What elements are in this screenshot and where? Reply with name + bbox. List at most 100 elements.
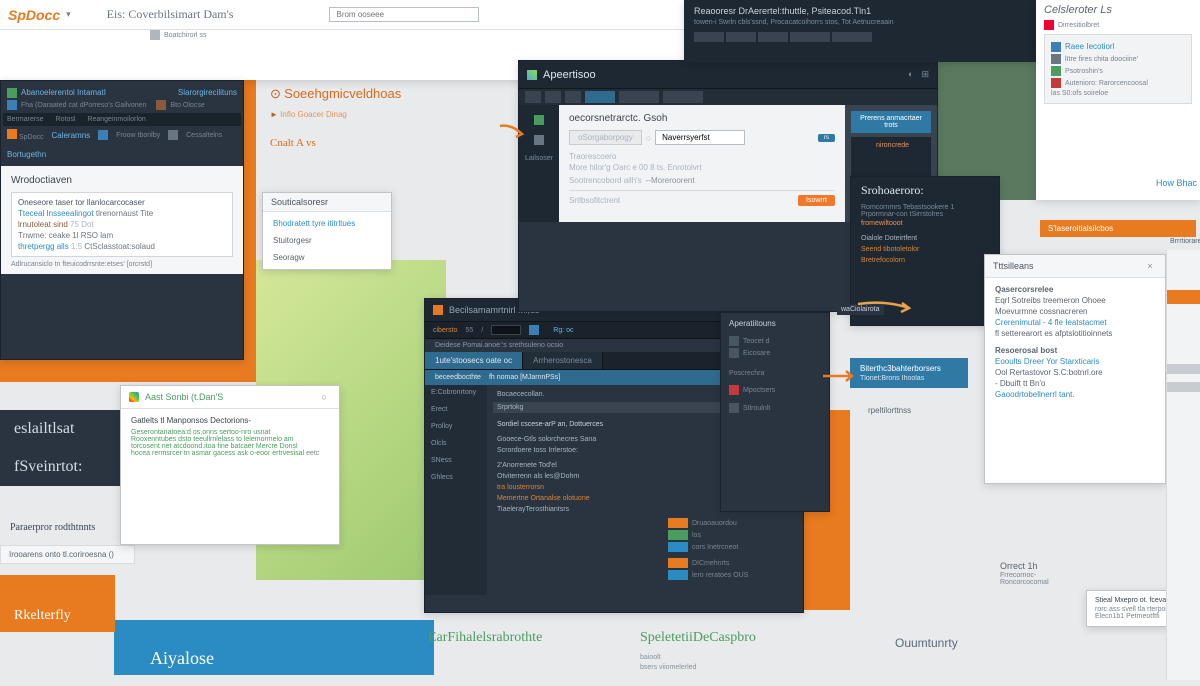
item-icon xyxy=(1051,78,1061,88)
tab-stub-active[interactable] xyxy=(585,91,615,103)
toolbar-btn[interactable] xyxy=(832,32,872,42)
list-item: More hilor'g Oarc e 00 8 ts. Enrotolvrt xyxy=(569,162,835,173)
toolbar-item[interactable]: cibersto xyxy=(433,327,458,334)
list-item: fl setterearort es afptslotitioinnets xyxy=(995,328,1155,339)
footer-text: Adlrucansiclo tn fteuicodrrsnte:etses' [… xyxy=(11,261,233,268)
label-white: Aiyalose xyxy=(150,648,214,669)
gutter-mark xyxy=(1167,382,1200,392)
list-item: Geserontanatoea:d os,onns sertoo-nro usn… xyxy=(131,429,329,436)
action-button[interactable]: Isowrrt xyxy=(798,195,835,206)
info-dialog: Aast Sonbi (t.Dan'S ○ Gatlelts tl Manpons… xyxy=(120,385,340,545)
window-title: Tttsilleans xyxy=(993,261,1034,271)
item-icon xyxy=(729,336,739,346)
side-item[interactable]: Prolloy xyxy=(431,423,481,430)
list-heading: Qasercorsrelee xyxy=(995,284,1155,295)
gutter-mark xyxy=(1167,290,1200,304)
nav-text: Fha (Oaraated cat dPorreso's Gailvonen xyxy=(21,102,146,109)
sidebar-icon[interactable] xyxy=(534,115,544,125)
tab-stub[interactable] xyxy=(565,91,581,103)
sidebar-icon[interactable] xyxy=(534,135,544,145)
blue-cta-button[interactable]: Biterthc3bahterborsers Tlonet:Brons Ihoo… xyxy=(850,358,968,388)
right-side-panel: Aperatiitouns Teocet d Eicosare Poscrech… xyxy=(720,312,830,512)
swatch xyxy=(668,518,688,528)
filter-input[interactable] xyxy=(655,130,745,145)
editor-tab[interactable]: 1ute'stoosecs oate oc xyxy=(425,352,523,369)
label-small-2: Irooarens onto tl.coriroesna () xyxy=(0,545,135,564)
tab-item[interactable]: Reangeinmoilorlon xyxy=(87,116,145,123)
list-link[interactable]: Gaoodrtobellnerrl tant. xyxy=(995,389,1155,400)
tab-item[interactable]: Bermarerse xyxy=(7,116,44,123)
nav-link-2[interactable]: Slarorgirecilituns xyxy=(178,87,237,98)
side-item[interactable]: Ghlecs xyxy=(431,474,481,481)
editor-tab[interactable]: Arrherostonesca xyxy=(523,352,603,369)
nav-link-1[interactable]: Abanoelerentol IntamatI xyxy=(21,87,106,98)
list-link[interactable]: Crerenimutal - 4 fle Ieatstacmet xyxy=(995,317,1155,328)
home-icon xyxy=(150,30,160,40)
legend-rows: Druaoauordou los cors Inetrcneot DICmehn… xyxy=(668,516,818,582)
bottom-label-3: Ouumtunrty xyxy=(895,636,958,650)
list-link[interactable]: Eooults Dreer Yor Starxticaris xyxy=(995,356,1155,367)
item-icon xyxy=(729,348,739,358)
settings-icon[interactable]: ◐ xyxy=(908,69,913,80)
search-input[interactable] xyxy=(329,7,479,22)
panel-title: Soeehgmicveldhoas xyxy=(284,86,401,101)
list-item: - Dbuift tt Bn'o xyxy=(995,378,1155,389)
tab-item[interactable]: Rotosl xyxy=(56,116,76,123)
side-item[interactable]: E:Cobronrtony xyxy=(431,389,481,396)
swatch xyxy=(668,558,688,568)
bottom-sub2: bsers viiomelerled xyxy=(640,664,696,671)
list-item[interactable]: Poscrechra xyxy=(729,370,764,377)
gutter-mark xyxy=(1167,364,1200,374)
app-icon xyxy=(527,70,537,80)
list-item: torcosent net atcdoond.itoa fine batcaer… xyxy=(131,443,329,450)
side-item[interactable]: Erect xyxy=(431,406,481,413)
list-item[interactable]: Bretrefocolorn xyxy=(861,257,989,264)
list-item: Oneseore taser tor llanlocarcocaser xyxy=(18,197,226,208)
list-link[interactable]: Bhodratett tyre ititrltues xyxy=(273,218,381,229)
dialog-heading: Gatlelts tl Manponsos Dectorions- xyxy=(131,415,329,426)
link[interactable]: How Bhac xyxy=(1156,178,1197,188)
mid-list-panel: Souticalsoresr Bhodratett tyre ititrltue… xyxy=(262,192,392,270)
list-item: Seoragw xyxy=(273,252,381,263)
list-item[interactable]: Oialole Doteirtfent xyxy=(861,235,989,242)
tab-stub[interactable] xyxy=(525,91,541,103)
list-item[interactable]: Seend tibotoletolor xyxy=(861,246,989,253)
window-title: Eis: Coverbilsimart Dam's xyxy=(107,7,234,22)
list-item[interactable]: Stlroulnlt xyxy=(743,405,770,412)
tab-stub[interactable] xyxy=(663,91,703,103)
list-item[interactable]: Eicosare xyxy=(743,350,770,357)
tool-icon[interactable] xyxy=(529,325,539,335)
block-icon xyxy=(168,130,178,140)
list-item: Traorescoero xyxy=(569,151,835,162)
left-nav-panel: Abanoelerentol IntamatI Slarorgirecilitun… xyxy=(0,80,244,360)
tab-stub[interactable] xyxy=(545,91,561,103)
tab-stub[interactable] xyxy=(619,91,659,103)
toolbar-field[interactable] xyxy=(491,325,521,335)
list-link[interactable]: Raee Iecotiorl xyxy=(1065,41,1114,52)
toolbar-btn[interactable] xyxy=(758,32,788,42)
list-item: Moevurmne cossnacreren xyxy=(995,306,1155,317)
app-icon xyxy=(7,129,17,139)
arrow-icon xyxy=(498,122,526,142)
grid-icon[interactable]: ⊞ xyxy=(921,69,929,80)
item-icon xyxy=(729,403,739,413)
arrow-icon xyxy=(855,298,915,316)
list-item[interactable]: Mpoctsers xyxy=(743,387,775,394)
breadcrumb[interactable]: Boatchirorl ss xyxy=(150,30,206,40)
toolbar-btn[interactable] xyxy=(790,32,830,42)
close-button[interactable]: ○ xyxy=(317,390,331,404)
swatch xyxy=(668,570,688,580)
swatch xyxy=(668,542,688,552)
close-button[interactable]: × xyxy=(1143,259,1157,273)
list-item[interactable]: Teocet d xyxy=(743,338,769,345)
toolbar-link[interactable]: Rg: oc xyxy=(553,327,573,334)
toolbar-btn[interactable] xyxy=(726,32,756,42)
tag-button[interactable]: oSorgaborpogy xyxy=(569,130,642,145)
count-badge: rs xyxy=(818,134,835,142)
toolbar-btn[interactable] xyxy=(694,32,724,42)
nav-item[interactable]: Bortugethn xyxy=(7,149,46,160)
nav-item[interactable]: Caleramns xyxy=(51,130,90,141)
side-item[interactable]: SNess xyxy=(431,457,481,464)
dialog-title: Aast Sonbi (t.Dan'S xyxy=(145,392,223,402)
side-item[interactable]: Olcls xyxy=(431,440,481,447)
